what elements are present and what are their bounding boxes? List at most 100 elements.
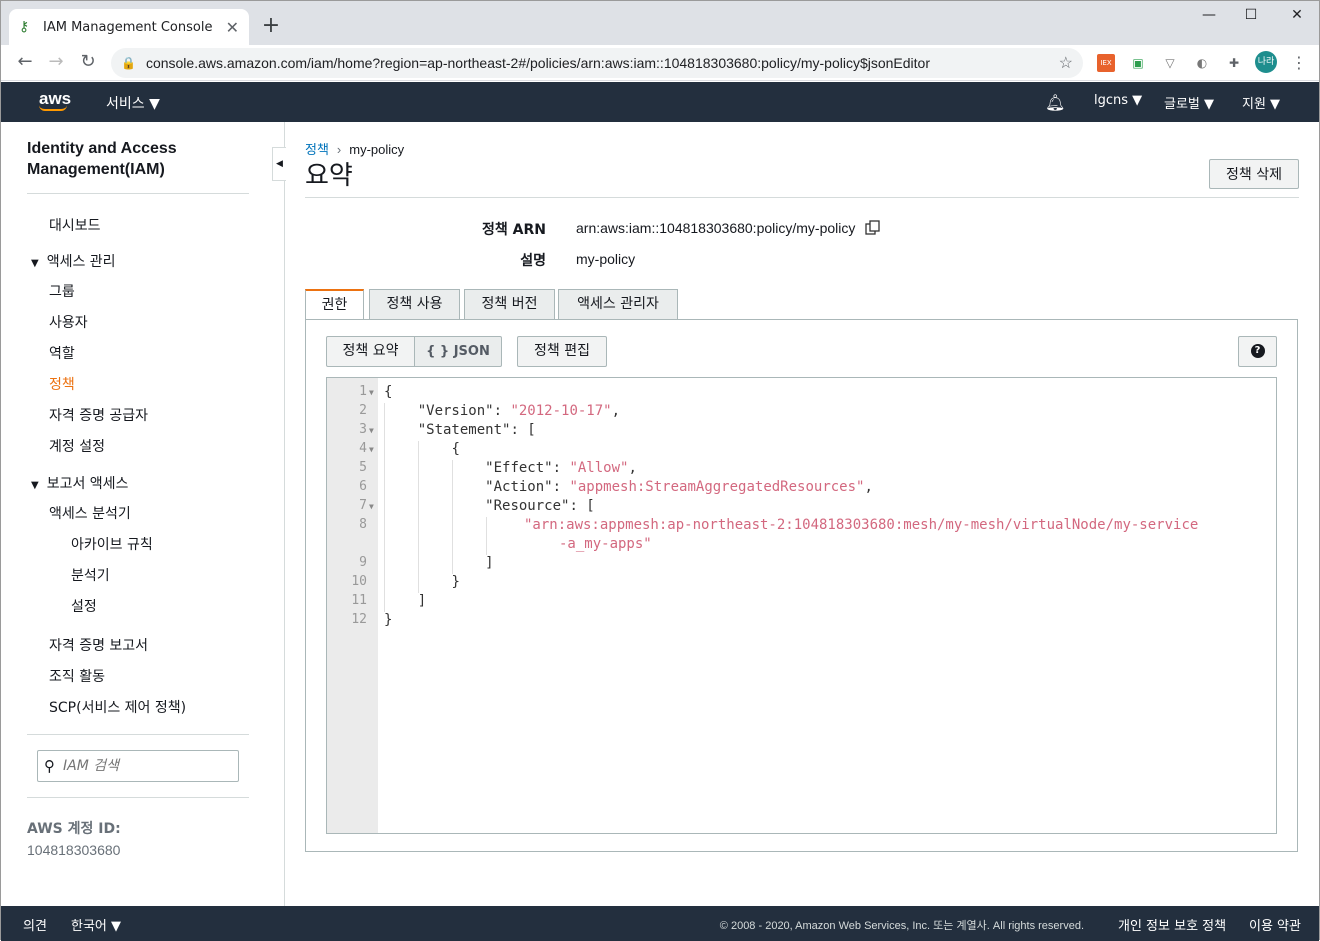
extension-iex-icon[interactable]: IEX [1097, 54, 1115, 72]
region-menu[interactable]: 글로벌 ▼ [1164, 93, 1214, 112]
browser-tab[interactable]: ⚷ IAM Management Console ✕ [9, 9, 249, 45]
tab-access-advisor[interactable]: 액세스 관리자 [558, 289, 678, 320]
sidebar-item-dashboard[interactable]: 대시보드 [49, 215, 101, 235]
sidebar-item-policies[interactable]: 정책 [49, 374, 75, 394]
code-line: { [384, 384, 392, 400]
lock-icon: 🔒 [121, 56, 136, 70]
code-line: "Statement": [ [417, 422, 536, 438]
bell-icon[interactable]: 🔔︎ [1045, 93, 1065, 112]
maximize-icon[interactable]: ☐ [1231, 7, 1271, 23]
code-line: "Version": "2012-10-17", [417, 403, 621, 419]
sidebar-item-roles[interactable]: 역할 [49, 343, 75, 363]
extension-v-icon[interactable]: ▽ [1161, 54, 1179, 72]
services-menu[interactable]: 서비스 ▼ [106, 93, 160, 113]
browser-menu-icon[interactable]: ⋮ [1290, 54, 1308, 72]
browser-toolbar: ← → ↻ 🔒 console.aws.amazon.com/iam/home?… [1, 45, 1319, 81]
language-selector[interactable]: 한국어 ▼ [71, 915, 121, 934]
extension-mouse-icon[interactable]: ◐ [1193, 54, 1211, 72]
iam-search-input[interactable] [63, 758, 213, 774]
fold-arrow-icon[interactable]: ▼ [369, 388, 374, 397]
code-line: } [384, 574, 459, 590]
json-key: "Version" [417, 403, 494, 419]
description-value: my-policy [576, 251, 636, 267]
collapse-sidebar-icon[interactable]: ◀ [272, 147, 286, 181]
aws-logo[interactable]: aws [39, 89, 71, 111]
code-line: "Action": "appmesh:StreamAggregatedResou… [485, 479, 873, 495]
sidebar-divider [27, 734, 249, 735]
json-key: "Statement" [417, 422, 511, 438]
sidebar-item-account-settings[interactable]: 계정 설정 [49, 436, 105, 456]
account-id-label: AWS 계정 ID: [27, 821, 121, 837]
feedback-link[interactable]: 의견 [23, 915, 47, 934]
close-tab-icon[interactable]: ✕ [226, 18, 239, 37]
bookmark-star-icon[interactable]: ☆ [1059, 53, 1073, 73]
reload-icon[interactable]: ↻ [76, 51, 100, 72]
line-number: 1 [359, 384, 367, 399]
policy-summary-button[interactable]: 정책 요약 [326, 336, 415, 367]
code-bracket: ] [417, 593, 427, 609]
privacy-policy-link[interactable]: 개인 정보 보호 정책 [1118, 915, 1226, 934]
terms-link[interactable]: 이용 약관 [1249, 915, 1301, 934]
back-icon[interactable]: ← [13, 51, 37, 72]
main-content: 정책 › my-policy 요약 정책 삭제 정책 ARN arn:aws:iam… [305, 122, 1299, 906]
extensions-puzzle-icon[interactable]: ✚ [1225, 54, 1243, 72]
code-line: ] [384, 593, 426, 609]
line-number: 12 [351, 612, 367, 627]
json-string: "2012-10-17" [510, 403, 612, 419]
json-button[interactable]: { } JSON [414, 336, 502, 367]
forward-icon[interactable]: → [44, 51, 68, 72]
tab-strip: ⚷ IAM Management Console ✕ + — ☐ ✕ [1, 1, 1319, 45]
sidebar-title: Identity and Access Management(IAM) [27, 140, 177, 178]
delete-policy-button[interactable]: 정책 삭제 [1209, 159, 1299, 189]
line-number: 3 [359, 422, 367, 437]
page-title: 요약 [305, 161, 353, 191]
line-number: 8 [359, 517, 367, 532]
sidebar-item-scp[interactable]: SCP(서비스 제어 정책) [49, 697, 186, 717]
fold-arrow-icon[interactable]: ▼ [369, 426, 374, 435]
tab-policy-versions[interactable]: 정책 버전 [464, 289, 555, 320]
code-brace: } [384, 612, 393, 628]
sidebar-item-org-activity[interactable]: 조직 활동 [49, 666, 105, 686]
extension-screen-icon[interactable]: ▣ [1129, 54, 1147, 72]
aws-footer: 의견 한국어 ▼ © 2008 - 2020, Amazon Web Servi… [1, 906, 1319, 941]
sidebar-item-groups[interactable]: 그룹 [49, 281, 75, 301]
sidebar-item-archive-rules[interactable]: 아카이브 규칙 [71, 534, 153, 554]
edit-policy-button[interactable]: 정책 편집 [517, 336, 607, 367]
line-number: 9 [359, 555, 367, 570]
sidebar-item-analyzers[interactable]: 분석기 [71, 565, 110, 585]
sidebar-item-identity-providers[interactable]: 자격 증명 공급자 [49, 405, 148, 425]
sidebar-divider [27, 193, 249, 194]
sidebar-item-settings[interactable]: 설정 [71, 596, 97, 616]
json-editor[interactable]: 1 2 3 4 5 6 7 8 9 10 11 12 ▼ ▼ ▼ ▼ {"Ve… [326, 377, 1277, 834]
minimize-icon[interactable]: — [1189, 7, 1229, 23]
new-tab-icon[interactable]: + [259, 13, 283, 38]
policy-arn-label: 정책 ARN [482, 222, 546, 238]
code-line: } [384, 612, 392, 628]
sidebar-section-access-management[interactable]: ▼ 액세스 관리 [31, 251, 116, 271]
sidebar-item-users[interactable]: 사용자 [49, 312, 88, 332]
fold-arrow-icon[interactable]: ▼ [369, 445, 374, 454]
sidebar-section-reports[interactable]: ▼ 보고서 액세스 [31, 473, 128, 493]
line-number: 11 [351, 593, 367, 608]
sidebar-item-credential-report[interactable]: 자격 증명 보고서 [49, 635, 148, 655]
account-id-value: 104818303680 [27, 842, 121, 858]
sidebar-item-access-analyzer[interactable]: 액세스 분석기 [49, 503, 131, 523]
policy-arn-value: arn:aws:iam::104818303680:policy/my-poli… [576, 220, 856, 236]
copy-icon[interactable] [865, 220, 881, 236]
fold-arrow-icon[interactable]: ▼ [369, 502, 374, 511]
user-menu[interactable]: lgcns ▼ [1094, 93, 1142, 108]
help-button[interactable]: ? [1238, 336, 1277, 367]
iam-search-box[interactable]: ⚲ [37, 750, 239, 782]
indent-guide [486, 517, 487, 555]
close-window-icon[interactable]: ✕ [1277, 7, 1317, 23]
address-bar[interactable]: 🔒 console.aws.amazon.com/iam/home?region… [111, 48, 1083, 78]
code-line: "arn:aws:appmesh:ap-northeast-2:10481830… [524, 517, 1199, 533]
tab-policy-usage[interactable]: 정책 사용 [369, 289, 460, 320]
code-line: { [384, 441, 459, 457]
tab-permissions[interactable]: 권한 [305, 289, 364, 321]
aws-logo-text: aws [39, 89, 72, 108]
caret-down-icon: ▼ [31, 258, 39, 269]
section-label: 액세스 관리 [46, 254, 116, 270]
profile-avatar[interactable]: 나라 [1255, 51, 1277, 73]
support-menu[interactable]: 지원 ▼ [1242, 93, 1280, 112]
